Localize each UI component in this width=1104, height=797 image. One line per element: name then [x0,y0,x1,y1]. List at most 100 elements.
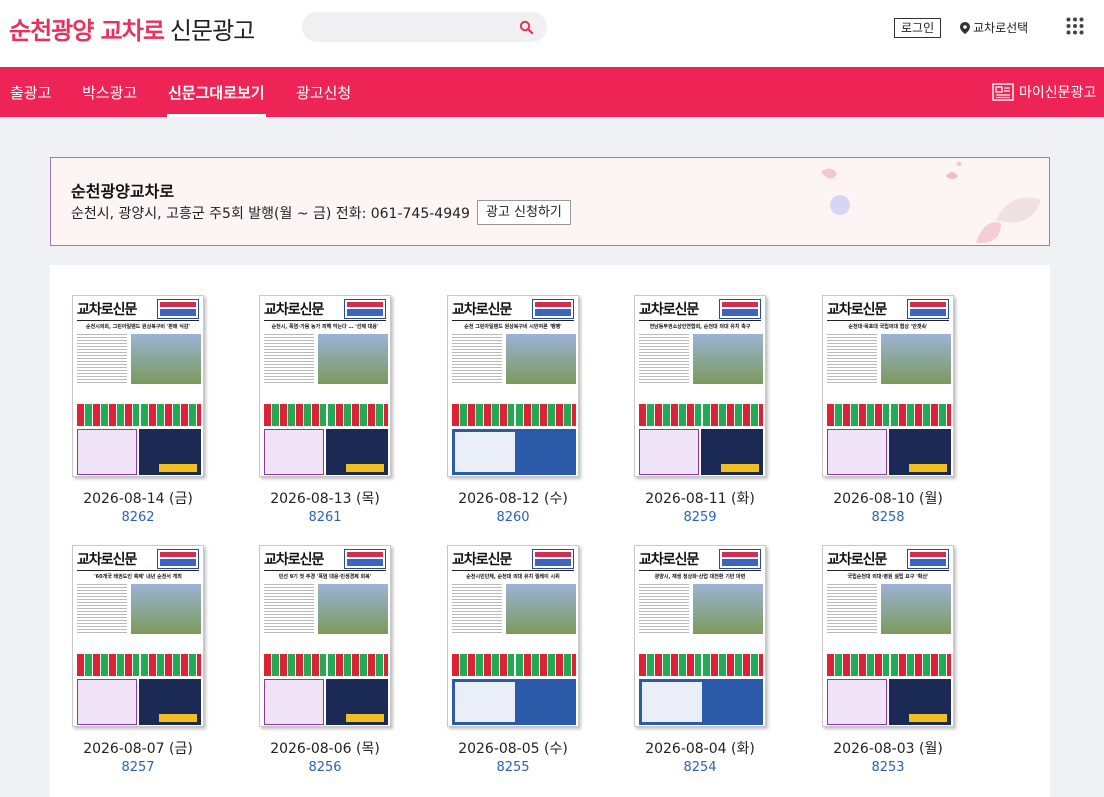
ad-block [827,429,887,475]
newspaper-thumbnail[interactable]: 교차로신문 순천 그린아일랜드 원상복구비 시민여론 '팽팽' [447,295,579,477]
newspaper-thumbnail[interactable]: 교차로신문 '60개국 태권도인 축제' 내년 순천서 개최 [72,545,204,727]
main-nav: 출광고 박스광고 신문그대로보기 광고신청 마이신문광고 [0,67,1104,117]
issue-number[interactable]: 8261 [245,510,405,525]
ad-apply-button[interactable]: 광고 신청하기 [477,200,571,225]
newspaper-icon [992,83,1014,101]
issue-card[interactable]: 교차로신문 순천 그린아일랜드 원상복구비 시민여론 '팽팽' 2026-08-12… [433,295,593,525]
issue-card[interactable]: 교차로신문 순천시, 폭염·가뭄 농가 피해 막는다 … '선제 대응' 2026-… [245,295,405,525]
classified-ads-strip [264,654,326,676]
nav-item-line-ads[interactable]: 출광고 [10,82,51,103]
issue-number[interactable]: 8257 [58,760,218,775]
masthead-rule [827,570,949,571]
newspaper-thumbnail[interactable]: 교차로신문 광양시, 재생 청상화·산업 대전환 기반 마련 [634,545,766,727]
nav-active-underline [167,114,266,117]
masthead-rule [264,570,386,571]
newspaper-thumbnail[interactable]: 교차로신문민선 9기 첫 추경 '폭염 대응·민생경제 회복' [259,545,391,727]
classified-ads-strip [141,654,201,676]
ad-block [889,429,951,475]
apps-grid-icon[interactable] [1066,17,1084,35]
my-newspaper-ad-link[interactable]: 마이신문광고 [992,82,1096,102]
site-logo[interactable]: 순천광양 교차로 신문광고 [9,11,255,46]
issue-number[interactable]: 8256 [245,760,405,775]
article-text-block [77,584,127,634]
login-button[interactable]: 로그인 [894,18,942,38]
masthead-rule [264,320,386,321]
issue-card[interactable]: 교차로신문 순천대·목포대 국립의대 협상 '안갯속' 2026-08-10 (월)… [808,295,968,525]
masthead-ad-box [344,549,386,569]
issue-date[interactable]: 2026-08-13 (목) [245,488,405,508]
newspaper-thumbnail[interactable]: 교차로신문 국립순천대 의대·병원 설립 요구 '확산' [822,545,954,727]
issue-date[interactable]: 2026-08-03 (월) [808,738,968,758]
ad-block [452,429,576,475]
ad-block [77,429,137,475]
article-photo [131,584,201,634]
issue-card[interactable]: 교차로신문 순천시민단체, 순천대 의대 유치 릴레이 시위 2026-08-05 … [433,545,593,775]
issue-date[interactable]: 2026-08-06 (목) [245,738,405,758]
ad-block [139,679,201,725]
article-text-block [264,584,314,634]
classified-ads-strip [703,654,763,676]
newspaper-masthead: 교차로신문 [827,302,887,318]
newspaper-headline: '60개국 태권도인 축제' 내년 순천서 개최 [94,574,182,580]
nav-item-newspaper-view[interactable]: 신문그대로보기 [168,82,265,103]
ad-block [326,429,388,475]
classified-ads-strip [703,404,763,426]
newspaper-masthead: 교차로신문 [264,552,324,568]
issue-date[interactable]: 2026-08-11 (화) [620,488,780,508]
newspaper-thumbnail[interactable]: 교차로신문 전남동부권소상인연합회, 순천대 의대 유치 촉구 [634,295,766,477]
nav-item-box-ads[interactable]: 박스광고 [82,82,137,103]
article-text-block [77,334,127,384]
station-select[interactable]: 교차로선택 [960,19,1028,36]
ad-block [639,429,699,475]
search-input[interactable] [302,12,547,42]
issue-date[interactable]: 2026-08-10 (월) [808,488,968,508]
issue-date[interactable]: 2026-08-05 (수) [433,738,593,758]
classified-ads-strip [452,654,514,676]
search-icon[interactable] [519,20,533,34]
ad-block [639,679,763,725]
issue-card[interactable]: 교차로신문 순천시의회, 그린아일랜드 원상복구비 '판매 식감' 2026-08-… [58,295,218,525]
article-photo [506,334,576,384]
issue-number[interactable]: 8254 [620,760,780,775]
nav-item-ad-apply[interactable]: 광고신청 [296,82,351,103]
newspaper-masthead: 교차로신문 [264,302,324,318]
issue-number[interactable]: 8253 [808,760,968,775]
classified-ads-strip [77,404,139,426]
issue-card[interactable]: 교차로신문 광양시, 재생 청상화·산업 대전환 기반 마련 2026-08-04 … [620,545,780,775]
article-photo [318,584,388,634]
issue-date[interactable]: 2026-08-07 (금) [58,738,218,758]
my-ad-label: 마이신문광고 [1019,85,1097,101]
newspaper-headline: 민선 9기 첫 추경 '폭염 대응·민생경제 회복' [278,574,372,580]
issue-card[interactable]: 교차로신문 전남동부권소상인연합회, 순천대 의대 유치 촉구 2026-08-11… [620,295,780,525]
issue-number[interactable]: 8260 [433,510,593,525]
newspaper-masthead: 교차로신문 [452,552,512,568]
issue-number[interactable]: 8262 [58,510,218,525]
issue-card[interactable]: 교차로신문 '60개국 태권도인 축제' 내년 순천서 개최 2026-08-07 … [58,545,218,775]
ad-block [701,429,763,475]
issue-card[interactable]: 교차로신문민선 9기 첫 추경 '폭염 대응·민생경제 회복' 2026-08-0… [245,545,405,775]
masthead-rule [77,320,199,321]
newspaper-headline: 광양시, 재생 청상화·산업 대전환 기반 마련 [654,574,746,580]
classified-ads-strip [452,404,514,426]
issue-number[interactable]: 8259 [620,510,780,525]
ad-block [139,429,201,475]
location-pin-icon [960,21,970,34]
article-photo [506,584,576,634]
issue-card[interactable]: 교차로신문 국립순천대 의대·병원 설립 요구 '확산' 2026-08-03 (월… [808,545,968,775]
newspaper-thumbnail[interactable]: 교차로신문 순천시, 폭염·가뭄 농가 피해 막는다 … '선제 대응' [259,295,391,477]
article-text-block [639,584,689,634]
newspaper-thumbnail[interactable]: 교차로신문 순천시의회, 그린아일랜드 원상복구비 '판매 식감' [72,295,204,477]
masthead-rule [639,570,761,571]
issue-date[interactable]: 2026-08-04 (화) [620,738,780,758]
issue-number[interactable]: 8255 [433,760,593,775]
masthead-ad-box [344,299,386,319]
masthead-rule [452,570,574,571]
issue-number[interactable]: 8258 [808,510,968,525]
ad-block [827,679,887,725]
banner-title: 순천광양교차로 [71,182,175,201]
newspaper-thumbnail[interactable]: 교차로신문 순천대·목포대 국립의대 협상 '안갯속' [822,295,954,477]
classified-ads-strip [516,654,576,676]
newspaper-thumbnail[interactable]: 교차로신문 순천시민단체, 순천대 의대 유치 릴레이 시위 [447,545,579,727]
issue-date[interactable]: 2026-08-12 (수) [433,488,593,508]
issue-date[interactable]: 2026-08-14 (금) [58,488,218,508]
